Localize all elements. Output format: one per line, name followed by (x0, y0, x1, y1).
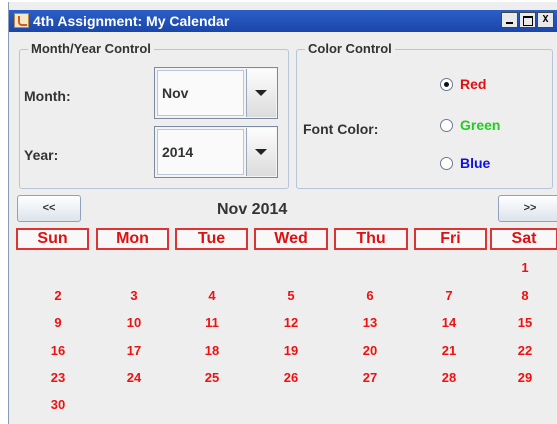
day-cell[interactable]: 23 (38, 370, 78, 385)
color-control-title: Color Control (305, 41, 395, 56)
day-header-wed: Wed (254, 228, 328, 250)
radio-green[interactable]: Green (440, 117, 557, 137)
radio-red-label: Red (460, 76, 487, 92)
day-cell[interactable]: 15 (505, 315, 545, 330)
day-cell[interactable]: 14 (429, 315, 469, 330)
day-cell[interactable]: 13 (350, 315, 390, 330)
day-cell[interactable]: 8 (505, 288, 545, 303)
font-color-label: Font Color: (303, 121, 379, 137)
day-cell[interactable]: 27 (350, 370, 390, 385)
day-cell[interactable]: 10 (114, 315, 154, 330)
day-cell[interactable]: 7 (429, 288, 469, 303)
java-app-icon (14, 13, 29, 28)
day-cell[interactable]: 25 (192, 370, 232, 385)
day-header-thu: Thu (334, 228, 408, 250)
day-cell[interactable]: 28 (429, 370, 469, 385)
prev-month-button[interactable]: << (17, 195, 81, 222)
month-dropdown-arrow-icon[interactable] (246, 69, 276, 117)
color-control-group: Color Control Font Color: Red Green Blue (296, 41, 553, 189)
day-header-sat: Sat (490, 228, 557, 250)
year-select-value: 2014 (162, 144, 194, 160)
day-cell[interactable]: 3 (114, 288, 154, 303)
radio-unselected-icon[interactable] (440, 157, 453, 170)
month-label: Month: (24, 88, 71, 104)
year-select[interactable]: 2014 (154, 126, 278, 178)
day-cell[interactable]: 4 (192, 288, 232, 303)
radio-blue-label: Blue (460, 155, 491, 171)
day-cell[interactable]: 2 (38, 288, 78, 303)
day-cell[interactable]: 16 (38, 343, 78, 358)
title-bar[interactable]: 4th Assignment: My Calendar X (9, 10, 557, 32)
day-cell[interactable]: 29 (505, 370, 545, 385)
day-cell[interactable]: 17 (114, 343, 154, 358)
maximize-button[interactable] (519, 12, 536, 28)
month-select[interactable]: Nov (154, 67, 278, 119)
day-cell[interactable]: 9 (38, 315, 78, 330)
year-dropdown-arrow-icon[interactable] (246, 128, 276, 176)
day-header-tue: Tue (175, 228, 248, 250)
day-cell[interactable]: 24 (114, 370, 154, 385)
year-label: Year: (24, 147, 59, 163)
month-year-control-group: Month/Year Control Month: Nov Year: 2014 (19, 41, 289, 189)
radio-unselected-icon[interactable] (440, 119, 453, 132)
day-header-mon: Mon (96, 228, 169, 250)
day-cell[interactable]: 11 (192, 315, 232, 330)
day-cell[interactable]: 20 (350, 343, 390, 358)
window-title: 4th Assignment: My Calendar (33, 13, 230, 29)
radio-green-label: Green (460, 117, 501, 133)
calendar-title: Nov 2014 (217, 201, 288, 218)
day-cell[interactable]: 12 (271, 315, 311, 330)
day-header-fri: Fri (414, 228, 487, 250)
day-header-sun: Sun (16, 228, 89, 250)
minimize-button[interactable] (501, 12, 518, 28)
day-cell[interactable]: 6 (350, 288, 390, 303)
day-cell[interactable]: 22 (505, 343, 545, 358)
radio-selected-icon[interactable] (440, 78, 453, 91)
month-select-value: Nov (162, 85, 189, 101)
day-cell[interactable]: 5 (271, 288, 311, 303)
radio-blue[interactable]: Blue (440, 155, 557, 175)
day-cell[interactable]: 19 (271, 343, 311, 358)
next-month-button[interactable]: >> (498, 195, 557, 222)
month-year-control-title: Month/Year Control (28, 41, 154, 56)
radio-red[interactable]: Red (440, 76, 557, 96)
close-button[interactable]: X (537, 12, 554, 28)
app-window: 4th Assignment: My Calendar X Month/Year… (8, 2, 557, 424)
day-cell[interactable]: 30 (38, 397, 78, 412)
day-cell[interactable]: 1 (505, 260, 545, 275)
day-cell[interactable]: 26 (271, 370, 311, 385)
day-cell[interactable]: 21 (429, 343, 469, 358)
day-cell[interactable]: 18 (192, 343, 232, 358)
